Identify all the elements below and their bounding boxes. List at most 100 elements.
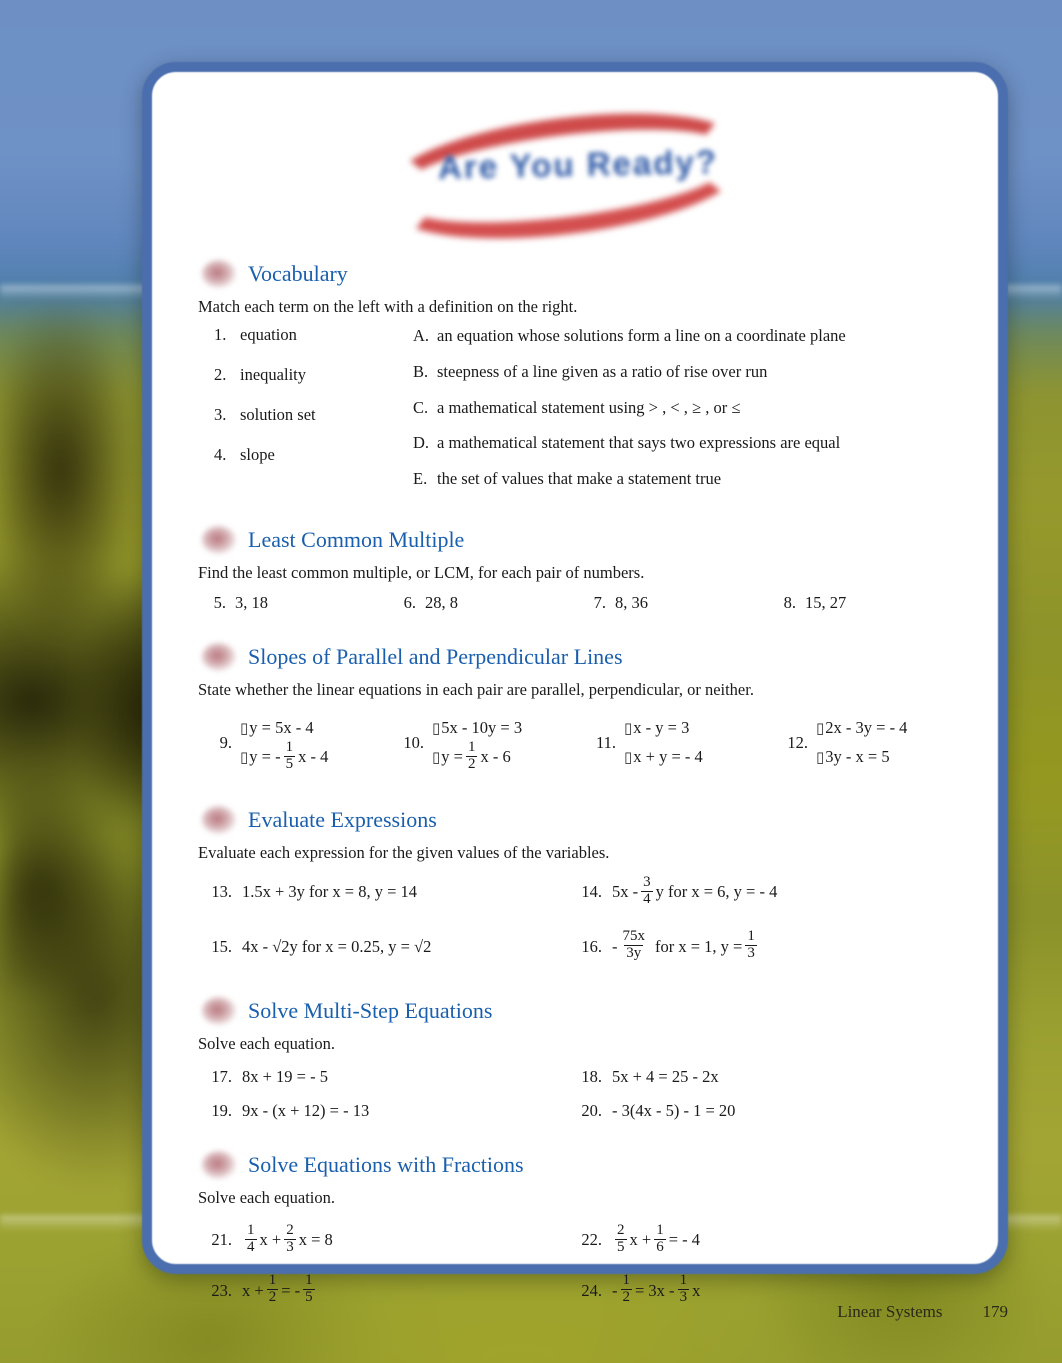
problem-text: 15, 27: [805, 592, 847, 612]
problem-number: 5.: [213, 592, 226, 612]
fraction-numerator: 2: [617, 1221, 625, 1238]
problem-number: 17.: [211, 1066, 232, 1086]
section-bullet-icon: [202, 260, 236, 288]
fraction: 3 4: [641, 873, 653, 908]
item-label: slope: [240, 445, 275, 464]
problem-number: 6.: [403, 592, 416, 612]
problem-body: -1 2 = 3x -13x: [612, 1272, 700, 1307]
brace-glyph-icon: ▯: [624, 719, 633, 738]
problem: 19. 9x - (x + 12) = - 13: [198, 1101, 568, 1121]
problem-number: 15.: [211, 936, 232, 956]
problem: 6. 28, 8: [388, 593, 578, 613]
fraction: 12: [266, 1273, 279, 1306]
equation-line: ▯ y = 1 2 x - 6: [432, 739, 522, 772]
problem-body: 25x + 1 6 = - 4: [612, 1221, 700, 1257]
problem-body: 1.5x + 3y for x = 8, y = 14: [242, 882, 417, 902]
brace-glyph-icon: ▯: [816, 719, 825, 738]
problem: 10. ▯ 5x - 10y = 3 ▯ y = 1 2 x - 6: [390, 714, 582, 772]
equation-system: ▯ 2x - 3y = - 4 ▯ 3y - x = 5: [816, 714, 907, 772]
problem: 7. 8, 36: [578, 593, 768, 613]
section-header: Evaluate Expressions: [202, 802, 958, 838]
fraction: 15: [303, 1273, 315, 1306]
problem-body: 4x - √2y for x = 0.25, y = √2: [242, 937, 431, 957]
fraction: 23: [284, 1222, 296, 1256]
brace-glyph-icon: ▯: [816, 748, 825, 767]
fraction-numerator: 1: [305, 1272, 313, 1289]
fraction-denominator: 3: [284, 1238, 296, 1255]
expression-text: 4x - √2y for x = 0.25, y = √2: [242, 936, 432, 956]
fraction-numerator: 1: [622, 1272, 631, 1289]
expression-text: = 3x -: [635, 1280, 675, 1300]
item-number: 2.: [214, 365, 227, 384]
brace-glyph-icon: ▯: [432, 748, 441, 767]
item-label: inequality: [240, 365, 306, 384]
fraction-numerator: 1: [285, 739, 294, 756]
fraction: 12: [620, 1272, 632, 1306]
fraction-denominator: 3: [745, 945, 757, 962]
section-header: Least Common Multiple: [202, 522, 958, 558]
problem: 18. 5x + 4 = 25 - 2x: [568, 1066, 718, 1087]
expression-text: x +: [629, 1230, 652, 1250]
problem: 23. x + 1 2 = -15: [198, 1273, 568, 1307]
problem-number: 22.: [581, 1230, 602, 1250]
fraction: 16: [654, 1221, 666, 1256]
equation-line: ▯ 3y - x = 5: [816, 743, 907, 772]
equation-text: x - 6: [480, 747, 511, 767]
fraction-numerator: 3: [643, 873, 651, 890]
section-instruction: Evaluate each expression for the given v…: [198, 842, 610, 862]
list-item: 1. equation: [214, 325, 413, 345]
problem-number: 11.: [595, 732, 616, 752]
section-evaluate-expressions: Evaluate Expressions Evaluate each expre…: [198, 802, 958, 963]
item-text: steepness of a line given as a ratio of …: [437, 361, 768, 381]
expression-text: = - 4: [668, 1230, 700, 1250]
problem-number: 24.: [581, 1280, 602, 1300]
fraction: 1 3: [745, 929, 757, 962]
expression-text: = -: [281, 1280, 301, 1300]
section-bullet-icon: [202, 996, 236, 1025]
fraction-denominator: 5: [303, 1289, 315, 1306]
list-item: C. a mathematical statement using > , < …: [413, 397, 958, 419]
fraction-numerator: 75x: [622, 928, 646, 945]
problem-number: 18.: [581, 1066, 602, 1086]
problem: 20. - 3(4x - 5) - 1 = 20: [568, 1101, 735, 1121]
problem: 15. 4x - √2y for x = 0.25, y = √2: [198, 930, 568, 963]
item-letter: A.: [413, 326, 430, 345]
fraction-numerator: 1: [656, 1221, 664, 1238]
fraction-denominator: 4: [245, 1238, 257, 1255]
are-you-ready-banner: Are You Ready?: [198, 96, 958, 256]
equation-line: ▯ y = 5x - 4: [240, 714, 328, 743]
expression-text: for x = 1, y =: [655, 936, 743, 956]
item-number: 4.: [214, 445, 227, 464]
item-text: a mathematical statement using > , < , ≥…: [437, 397, 741, 417]
equation-line: ▯ x + y = - 4: [624, 743, 703, 772]
problem: 22. 25x + 1 6 = - 4: [568, 1221, 700, 1257]
equation-text: 2x - 3y = - 4: [825, 718, 908, 738]
fraction-numerator: 1: [747, 928, 755, 945]
expression-text: x +: [259, 1230, 282, 1250]
section-instruction: Match each term on the left with a defin…: [198, 297, 578, 316]
problem-text: 3, 18: [235, 592, 268, 612]
problem-text: 8x + 19 = - 5: [242, 1066, 328, 1086]
equation-text: x + y = - 4: [633, 747, 703, 767]
section-header: Solve Equations with Fractions: [202, 1147, 958, 1183]
problem-number: 8.: [783, 592, 796, 612]
item-letter: C.: [413, 397, 429, 417]
item-number: 3.: [214, 405, 227, 424]
list-item: A. an equation whose solutions form a li…: [413, 325, 958, 347]
section-header: Solve Multi-Step Equations: [202, 993, 958, 1029]
fraction: 25: [615, 1221, 627, 1256]
equation-text: x - 4: [298, 747, 329, 767]
list-item: B. steepness of a line given as a ratio …: [413, 361, 958, 383]
fraction-denominator: 6: [654, 1238, 666, 1255]
section-title: Vocabulary: [248, 261, 348, 286]
item-letter: B.: [413, 361, 429, 381]
problem: 24. -1 2 = 3x -13x: [568, 1272, 700, 1307]
item-letter: E.: [413, 469, 428, 489]
fraction-denominator: 3y: [624, 945, 644, 962]
problem-number: 16.: [581, 936, 602, 956]
fraction-denominator: 5: [283, 755, 296, 772]
section-slopes-parallel-perpendicular: Slopes of Parallel and Perpendicular Lin…: [198, 639, 958, 772]
problem-number: 23.: [211, 1280, 232, 1300]
fraction-numerator: 1: [679, 1272, 688, 1289]
problem-number: 7.: [593, 592, 606, 612]
